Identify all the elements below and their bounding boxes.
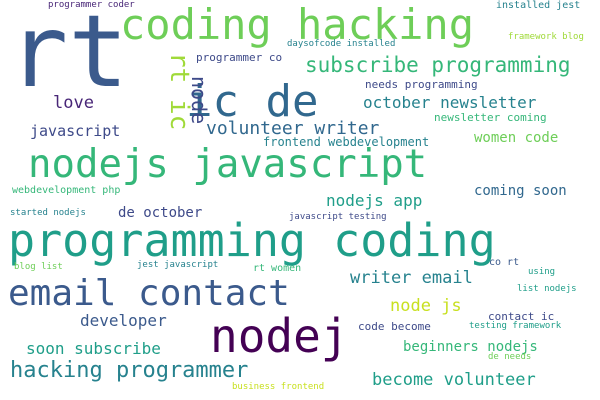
word-email-contact: email contact <box>8 273 290 314</box>
word-october-newsletter: october newsletter <box>363 93 537 112</box>
word-co-rt: co rt <box>489 257 520 268</box>
word-jest-javascript: jest javascript <box>137 260 219 270</box>
word-programmer-coder: programmer coder <box>48 0 135 10</box>
word-coming-soon: coming soon <box>474 183 567 199</box>
word-javascript: javascript <box>30 122 121 140</box>
word-business-frontend: business frontend <box>232 382 325 392</box>
word-node-js: node js <box>390 296 462 316</box>
word-installed-jest: installed jest <box>496 0 581 11</box>
word-programmer-co: programmer co <box>196 51 283 64</box>
word-daysofcode-installed: daysofcode installed <box>287 39 396 49</box>
word-rt: rt <box>8 0 129 110</box>
word-hacking-programmer: hacking programmer <box>10 358 249 383</box>
word-using: using <box>528 267 556 277</box>
word-de-needs: de needs <box>488 352 532 362</box>
word-women-code: women code <box>474 130 559 146</box>
word-framework-blog: framework blog <box>508 32 584 42</box>
word-list-nodejs: list nodejs <box>517 284 577 294</box>
word-code-become: code become <box>358 320 431 333</box>
word-nodej: nodej <box>210 309 349 363</box>
word-become-volunteer: become volunteer <box>372 370 536 390</box>
word-blog-list: blog list <box>14 262 63 272</box>
word-subscribe-programming: subscribe programming <box>305 53 571 77</box>
word-writer-email: writer email <box>350 268 473 288</box>
word-developer: developer <box>80 311 167 330</box>
word-programming-coding: programming coding <box>8 214 496 267</box>
word-needs-programming: needs programming <box>365 78 478 91</box>
word-cloud: rt coding hacking ic de rt ic node subsc… <box>0 0 600 400</box>
word-nodejs-app: nodejs app <box>326 191 423 210</box>
word-nodejs-javascript: nodejs javascript <box>28 142 428 187</box>
word-node: node <box>187 76 211 125</box>
word-webdevelopment-php: webdevelopment php <box>12 185 121 196</box>
word-newsletter-coming: newsletter coming <box>434 111 547 124</box>
word-love: love <box>53 93 94 113</box>
word-testing-framework: testing framework <box>469 321 562 331</box>
word-soon-subscribe: soon subscribe <box>26 339 161 358</box>
